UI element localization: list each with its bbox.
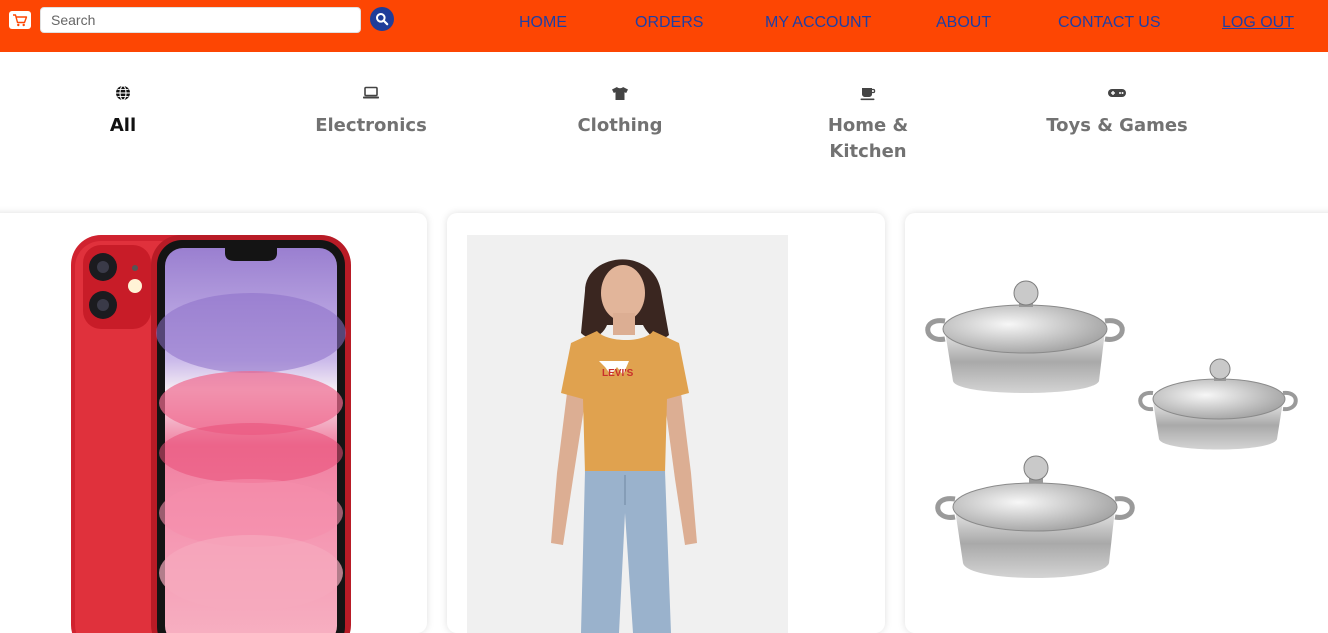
category-label: Clothing <box>577 115 663 136</box>
product-card-cookware[interactable] <box>905 213 1328 633</box>
search-button[interactable] <box>370 7 394 31</box>
search-icon <box>376 13 389 26</box>
gamepad-icon <box>1108 89 1126 97</box>
category-label: All <box>109 115 137 136</box>
coffee-cup-icon <box>860 87 876 100</box>
category-electronics[interactable]: Electronics <box>281 84 461 139</box>
category-label: Toys & Games <box>1046 115 1188 136</box>
top-navigation-bar: HOME ORDERS MY ACCOUNT ABOUT CONTACT US … <box>0 0 1328 52</box>
tshirt-icon <box>612 86 628 100</box>
orange-levis-tshirt-image: LEVI'S <box>467 235 788 633</box>
tshirt-print-text: LEVI'S <box>602 368 634 379</box>
red-smartphone-image <box>71 235 351 633</box>
nav-my-account-link[interactable]: MY ACCOUNT <box>765 14 871 32</box>
nav-log-out-link[interactable]: LOG OUT <box>1222 14 1294 32</box>
shopping-cart-logo-icon[interactable] <box>9 11 31 29</box>
category-label: Home & Kitchen <box>827 115 909 162</box>
steel-cooking-pots-image <box>925 280 1298 578</box>
product-card-tshirt[interactable]: LEVI'S <box>447 213 885 633</box>
nav-home-link[interactable]: HOME <box>519 14 567 32</box>
search-input[interactable] <box>40 7 361 33</box>
product-card-smartphone[interactable] <box>0 213 427 633</box>
category-all[interactable]: All <box>33 84 213 139</box>
category-clothing[interactable]: Clothing <box>530 84 710 139</box>
laptop-icon <box>363 86 379 99</box>
nav-orders-link[interactable]: ORDERS <box>635 14 703 32</box>
category-label: Electronics <box>315 115 427 136</box>
globe-icon <box>116 85 130 101</box>
category-home-kitchen[interactable]: Home & Kitchen <box>778 84 958 165</box>
nav-about-link[interactable]: ABOUT <box>936 14 991 32</box>
category-toys-games[interactable]: Toys & Games <box>1027 84 1207 139</box>
nav-contact-us-link[interactable]: CONTACT US <box>1058 14 1161 32</box>
